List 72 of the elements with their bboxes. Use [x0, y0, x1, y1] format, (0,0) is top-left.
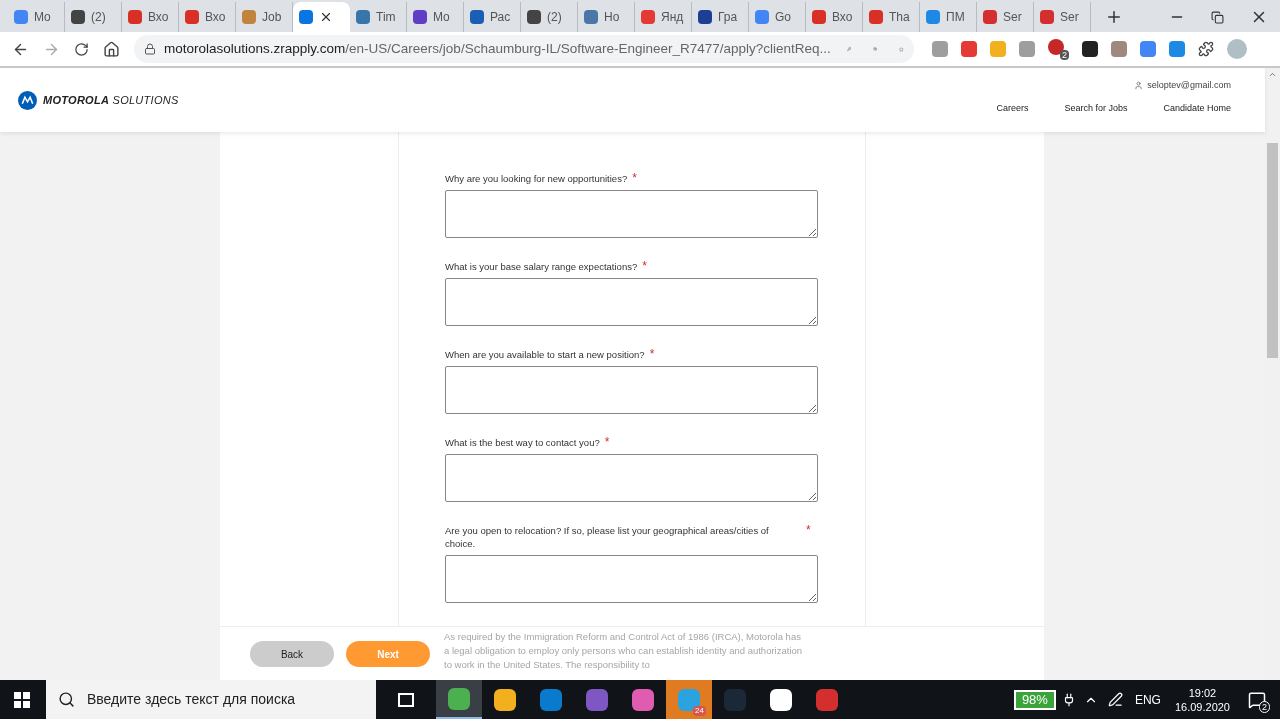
language-indicator[interactable]: ENG [1134, 690, 1161, 709]
tab-title: Но [604, 9, 620, 26]
answer-box[interactable] [445, 555, 818, 603]
notifications-button[interactable]: 2 [1244, 686, 1270, 713]
tab-title: Ser [1060, 9, 1079, 26]
windows-logo-icon[interactable] [14, 691, 30, 708]
tab-title: (2) [91, 9, 106, 26]
search-placeholder: Введите здесь текст для поиска [87, 690, 296, 709]
question-label: Are you open to relocation? If so, please list your geographical areas/cities of choice. [445, 524, 770, 550]
logo-icon [18, 90, 37, 110]
tab-title: Job [262, 9, 282, 26]
extensions-icon[interactable] [1198, 41, 1214, 57]
tab-title: Вхо [148, 9, 169, 26]
answer-box[interactable] [445, 454, 818, 502]
notice-text: As required by the Immigration Reform and Control Act of 1986 (IRCA), Motorola has a legal obligation to employ only persons who can establish identity and authorization to work in the United States. The responsibility to [444, 630, 804, 672]
answer-box[interactable] [445, 190, 818, 238]
clock[interactable]: 19:02 16.09.2020 [1174, 685, 1230, 714]
tab-title: Tha [889, 9, 910, 26]
question-label: What is your base salary range expectations? [445, 260, 638, 273]
question-label: Why are you looking for new opportunities? [445, 172, 628, 185]
clock-date: 16.09.2020 [1174, 699, 1230, 714]
notification-count: 2 [1259, 700, 1270, 713]
search-icon [58, 691, 75, 708]
required-mark: * [604, 436, 610, 449]
close-icon[interactable] [319, 10, 333, 24]
clock-time: 19:02 [1188, 685, 1217, 700]
restore-icon[interactable] [1211, 10, 1224, 24]
user-icon [1134, 80, 1144, 90]
nav-link[interactable]: Candidate Home [1163, 102, 1231, 116]
answer-box[interactable] [445, 278, 818, 326]
address-bar[interactable]: motorolasolutions.zrapply.com/en-US/Careers/job/Schaumburg-IL/Software-Engineer_R7477/apply?clientReq... [134, 35, 914, 63]
tab-title: Вхо [205, 9, 226, 26]
notifications-icon [1248, 690, 1266, 709]
tab-title: Вхо [832, 9, 853, 26]
question-label: What is the best way to contact you? [445, 436, 600, 449]
tab-title: Рас [490, 9, 511, 26]
nav-link[interactable]: Careers [996, 102, 1029, 116]
home-icon[interactable] [103, 40, 120, 58]
required-mark: * [649, 348, 655, 361]
taskbar-search-field[interactable]: Введите здесь текст для поиска [46, 680, 376, 719]
brand-name: MOTOROLA SOLUTIONS [43, 92, 179, 108]
new-tab-icon[interactable] [1105, 8, 1123, 26]
tab-title: (2) [547, 9, 562, 26]
tab-title: Mo [34, 9, 51, 26]
reload-icon[interactable] [74, 41, 89, 57]
required-mark: * [642, 260, 647, 273]
scrollbar-thumb[interactable] [1267, 143, 1278, 358]
required-mark: * [632, 172, 637, 185]
tab-title: Янд [661, 9, 684, 26]
extension-icon[interactable] [1082, 41, 1098, 57]
extension-badge: 2 [1060, 49, 1069, 60]
tab-title: Гра [718, 9, 738, 26]
tab-title: Tim [376, 9, 396, 26]
answer-box[interactable] [445, 366, 818, 414]
url-text: motorolasolutions.zrapply.com/en-US/Careers/job/Schaumburg-IL/Software-Engineer_R7477/apply?clientReq... [164, 39, 831, 58]
user-email: seloptev@gmail.com [1147, 78, 1231, 92]
nav-link[interactable]: Search for Jobs [1064, 102, 1128, 116]
tab-title: Ser [1003, 9, 1022, 26]
app-badge: 24 [693, 706, 706, 716]
back-button[interactable]: Back [250, 641, 334, 667]
lock-icon [144, 43, 156, 55]
tab-title: Go [775, 9, 791, 26]
browser-tab[interactable] [293, 2, 350, 32]
taskbar-app[interactable]: 24 [666, 680, 712, 719]
required-mark: * [806, 524, 811, 539]
tab-title: ПМ [946, 9, 965, 26]
question-label: When are you available to start a new position? [445, 348, 645, 361]
pen-icon[interactable] [1107, 692, 1123, 707]
battery-indicator: 98% [1013, 689, 1056, 710]
tab-title: Mo [433, 9, 450, 26]
scroll-up-icon[interactable] [1268, 70, 1277, 79]
task-view-icon[interactable] [398, 692, 414, 707]
